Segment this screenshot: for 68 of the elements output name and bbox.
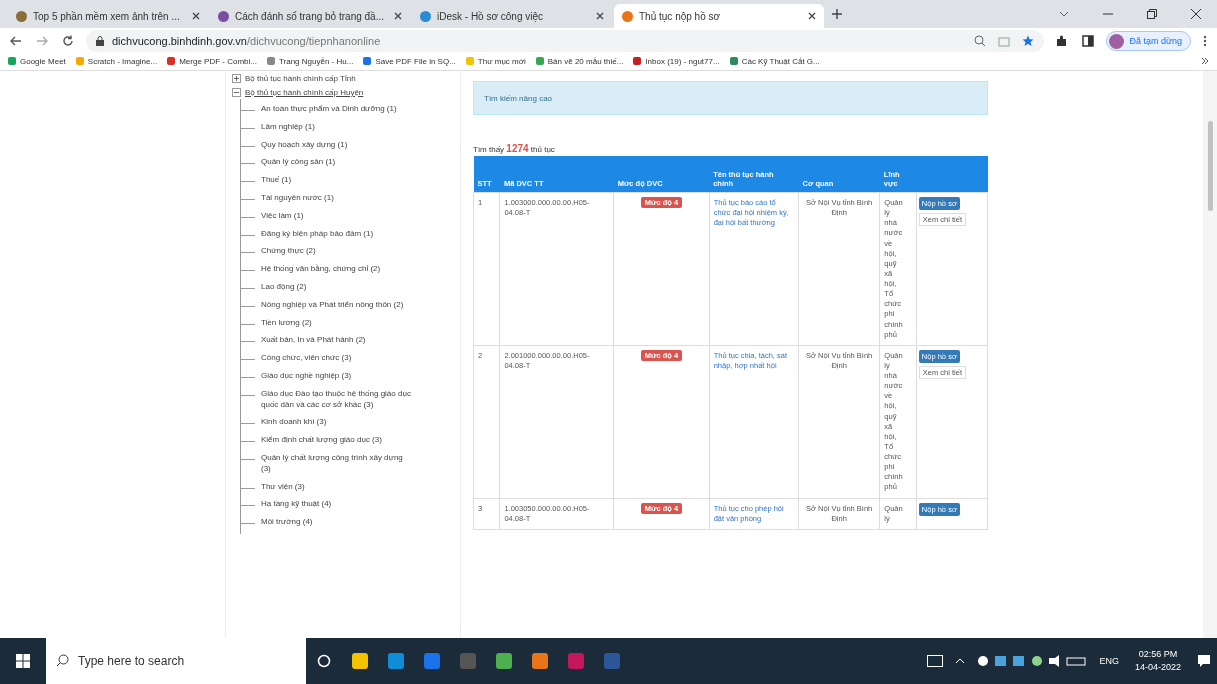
bookmark[interactable]: Thư mục mới (465, 56, 526, 66)
site-icon (622, 10, 633, 22)
tree-toggle-icon[interactable] (232, 87, 241, 97)
tree-item[interactable]: Kinh doanh khí (3) (261, 417, 411, 429)
tree-item[interactable]: Việc làm (1) (261, 210, 411, 222)
bookmark[interactable]: Google Meet (8, 56, 66, 66)
tree-item[interactable]: Giáo dục Đào tạo thuộc hệ thống giáo dục quốc dân và các cơ sở khác (3) (261, 388, 411, 411)
address-field[interactable]: dichvucong.binhdinh.gov.vn/dichvucong/tiepnhanonline (86, 30, 1045, 52)
tree-item[interactable]: Quy hoạch xây dựng (1) (261, 139, 411, 151)
tree-item[interactable]: Đăng ký biện pháp bảo đảm (1) (261, 228, 411, 240)
browser-tab[interactable]: Top 5 phần mềm xem ảnh trên ... (8, 4, 208, 28)
bookmark[interactable]: Trang Nguyễn - Hu... (266, 56, 354, 66)
close-icon[interactable] (808, 12, 816, 20)
tree-item[interactable]: Tiền lương (2) (261, 317, 411, 329)
chevron-right-icon[interactable] (1201, 57, 1209, 65)
site-icon (16, 10, 27, 22)
reload-icon[interactable] (60, 35, 76, 47)
tree-item[interactable]: Nông nghiệp và Phát triển nông thôn (2) (261, 299, 411, 311)
tree-item[interactable]: Xuất bản, In và Phát hành (2) (261, 335, 411, 347)
tree-item[interactable]: Bộ thủ tục hành chính cấp Tỉnh (245, 73, 356, 83)
bookmark[interactable]: Inbox (19) - ngut77... (633, 56, 720, 66)
star-icon[interactable] (1022, 35, 1035, 47)
tree-toggle-icon[interactable] (232, 73, 241, 83)
tree-item[interactable]: Quản lý công sản (1) (261, 157, 411, 169)
chevron-up-icon[interactable] (955, 658, 966, 664)
zoom-icon[interactable] (974, 35, 987, 47)
search-field[interactable]: Type here to search (46, 638, 306, 684)
kebab-menu-icon[interactable] (1201, 35, 1209, 47)
scrollbar[interactable] (1203, 71, 1217, 638)
back-icon[interactable] (8, 36, 24, 46)
close-icon[interactable] (596, 12, 604, 20)
tree-item[interactable]: Tài nguyên nước (1) (261, 193, 411, 204)
tree-item[interactable]: Quản lý chất lượng công trình xây dựng (3) (261, 452, 411, 475)
sidebar-icon[interactable] (1080, 35, 1097, 47)
browser-tab[interactable]: iDesk - Hồ sơ công việc (412, 4, 612, 28)
tree-item[interactable]: Hệ thống văn bằng, chứng chỉ (2) (261, 264, 411, 275)
tree-item[interactable]: Giáo dục nghề nghiệp (3) (261, 370, 411, 382)
tree-item[interactable]: Hạ tầng kỹ thuật (4) (261, 499, 411, 511)
search-panel[interactable]: Tìm kiếm nâng cao (473, 81, 988, 115)
bookmark[interactable]: Save PDF File in SQ... (363, 56, 456, 66)
search-icon (56, 654, 69, 667)
result-count-text: Tìm thấy 1274 thủ tục (473, 143, 556, 154)
bookmark[interactable]: Các Kỹ Thuật Cắt G... (729, 56, 820, 66)
tree-item[interactable]: Thuế (1) (261, 175, 411, 186)
tree-item[interactable]: Lâm nghiệp (1) (261, 121, 411, 133)
close-icon[interactable] (394, 12, 402, 20)
profile-button[interactable]: Đã tạm dừng (1106, 31, 1191, 51)
tree-item[interactable]: Bộ thủ tục hành chính cấp Huyện (245, 87, 364, 97)
bookmark[interactable]: Scratch - Imagine... (75, 56, 158, 66)
bookmark[interactable]: Merge PDF - Combi... (167, 56, 257, 66)
tree-item[interactable]: Môi trường (4) (261, 517, 411, 528)
clock[interactable]: 02:56 PM 14-04-2022 (1134, 648, 1181, 674)
lock-icon (96, 36, 104, 46)
close-icon[interactable] (192, 12, 200, 20)
site-icon (420, 10, 431, 22)
tree-item[interactable]: An toàn thực phẩm và Dinh dưỡng (1) (261, 104, 411, 115)
notification-icon[interactable] (1197, 654, 1211, 668)
tree-item[interactable]: Lao động (2) (261, 281, 411, 293)
site-icon (218, 10, 229, 22)
tree-item[interactable]: Công chức, viên chức (3) (261, 353, 411, 364)
new-tab-icon[interactable] (832, 9, 842, 19)
language-indicator[interactable]: ENG (1099, 656, 1119, 666)
bookmark[interactable]: Bản vẽ 20 mẫu thiế... (535, 56, 624, 66)
tree-item[interactable]: Thư viện (3) (261, 481, 411, 493)
tree-item[interactable]: Chứng thực (2) (261, 246, 411, 258)
tree-item[interactable]: Kiểm định chất lượng giáo dục (3) (261, 435, 411, 446)
browser-tab[interactable]: Cách đánh số trang bỏ trang đầ... (210, 4, 410, 28)
browser-tab[interactable]: Thủ tục nộp hồ sơ (614, 4, 824, 28)
